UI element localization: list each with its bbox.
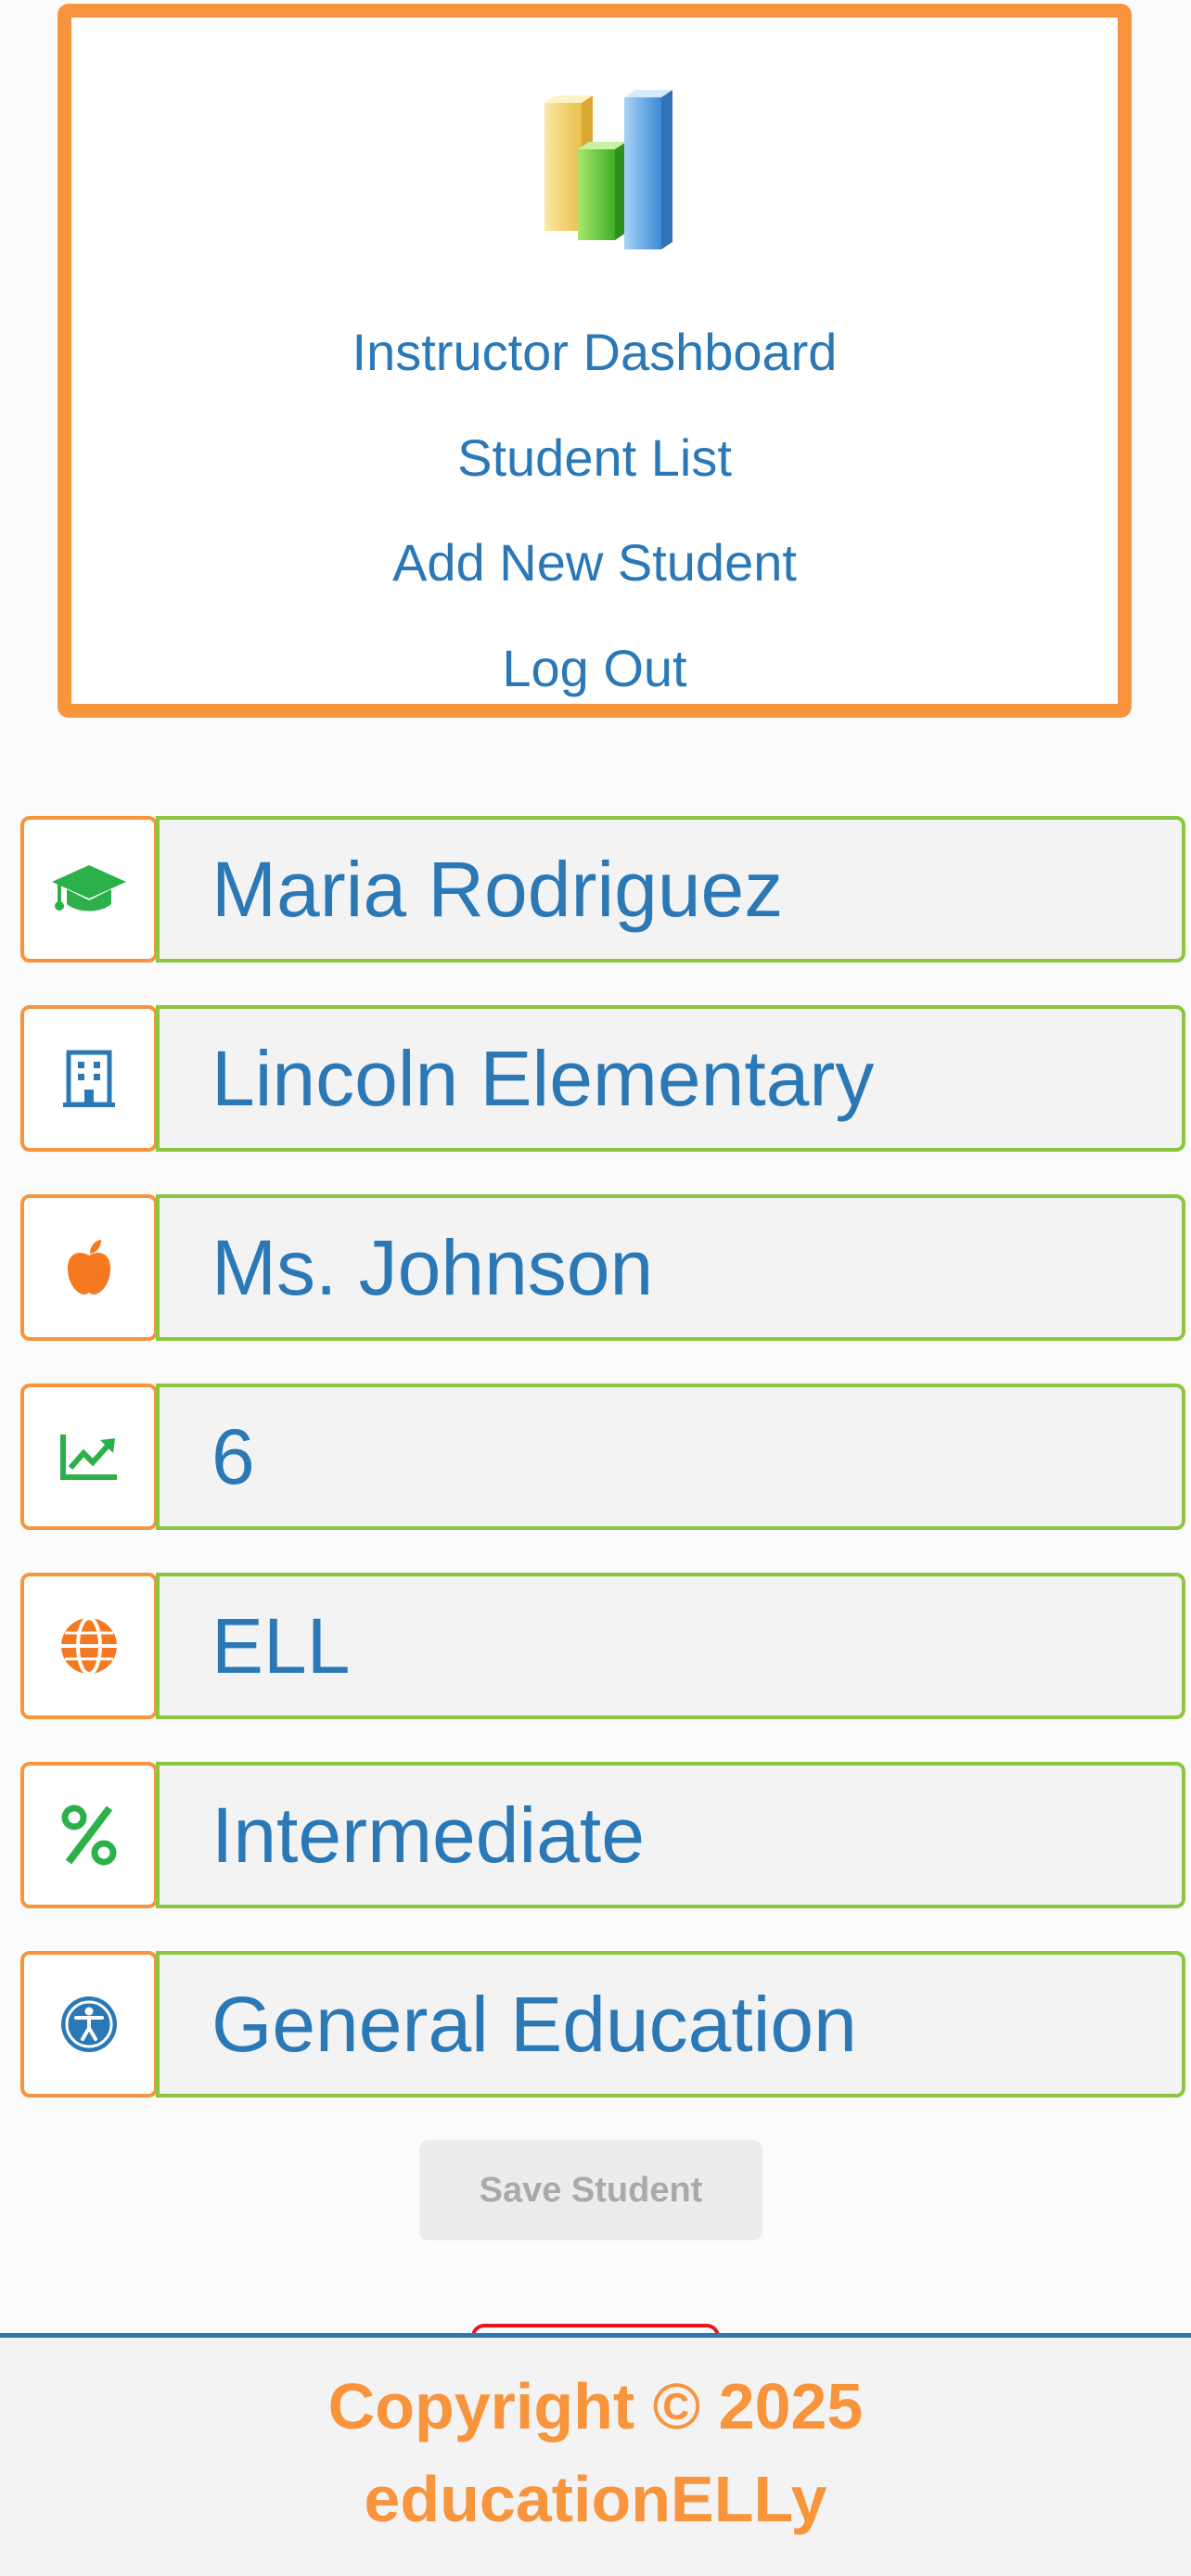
grade-row: 6 bbox=[20, 1384, 1185, 1530]
services-icon-box bbox=[20, 1951, 158, 2098]
grade-field[interactable]: 6 bbox=[156, 1384, 1185, 1530]
footer-copyright: Copyright © 2025 bbox=[327, 2370, 864, 2442]
student-name-row: Maria Rodriguez bbox=[20, 816, 1185, 963]
school-row: Lincoln Elementary bbox=[20, 1005, 1185, 1152]
trend-chart-icon bbox=[60, 1435, 117, 1480]
services-field[interactable]: General Education bbox=[156, 1951, 1185, 2098]
nav-link-log-out[interactable]: Log Out bbox=[71, 636, 1118, 701]
teacher-icon-box bbox=[20, 1194, 158, 1341]
program-row: ELL bbox=[20, 1573, 1185, 1719]
student-name-icon-box bbox=[20, 816, 158, 963]
nav-link-instructor-dashboard[interactable]: Instructor Dashboard bbox=[71, 320, 1118, 385]
program-icon-box bbox=[20, 1573, 158, 1719]
globe-icon bbox=[61, 1616, 117, 1676]
footer: Copyright © 2025 educationELLy bbox=[0, 2333, 1191, 2576]
navigation-menu: Instructor Dashboard Student List Add Ne… bbox=[58, 4, 1132, 718]
proficiency-field[interactable]: Intermediate bbox=[156, 1762, 1185, 1908]
apple-icon bbox=[68, 1240, 110, 1294]
nav-link-student-list[interactable]: Student List bbox=[71, 426, 1118, 491]
graduation-cap-icon bbox=[52, 865, 126, 912]
student-name-field[interactable]: Maria Rodriguez bbox=[156, 816, 1185, 963]
percent-icon bbox=[61, 1804, 117, 1866]
proficiency-icon-box bbox=[20, 1762, 158, 1908]
services-row: General Education bbox=[20, 1951, 1185, 2098]
teacher-field[interactable]: Ms. Johnson bbox=[156, 1194, 1185, 1341]
school-field[interactable]: Lincoln Elementary bbox=[156, 1005, 1185, 1152]
grade-icon-box bbox=[20, 1384, 158, 1530]
proficiency-row: Intermediate bbox=[20, 1762, 1185, 1908]
school-building-icon bbox=[63, 1050, 115, 1107]
bar-chart-logo-icon bbox=[544, 90, 672, 249]
program-field[interactable]: ELL bbox=[156, 1573, 1185, 1719]
school-icon-box bbox=[20, 1005, 158, 1152]
footer-brand: educationELLy bbox=[364, 2463, 827, 2535]
accessibility-icon bbox=[61, 1996, 117, 2052]
teacher-row: Ms. Johnson bbox=[20, 1194, 1185, 1341]
nav-link-add-new-student[interactable]: Add New Student bbox=[71, 530, 1118, 595]
save-student-button[interactable]: Save Student bbox=[419, 2140, 762, 2240]
